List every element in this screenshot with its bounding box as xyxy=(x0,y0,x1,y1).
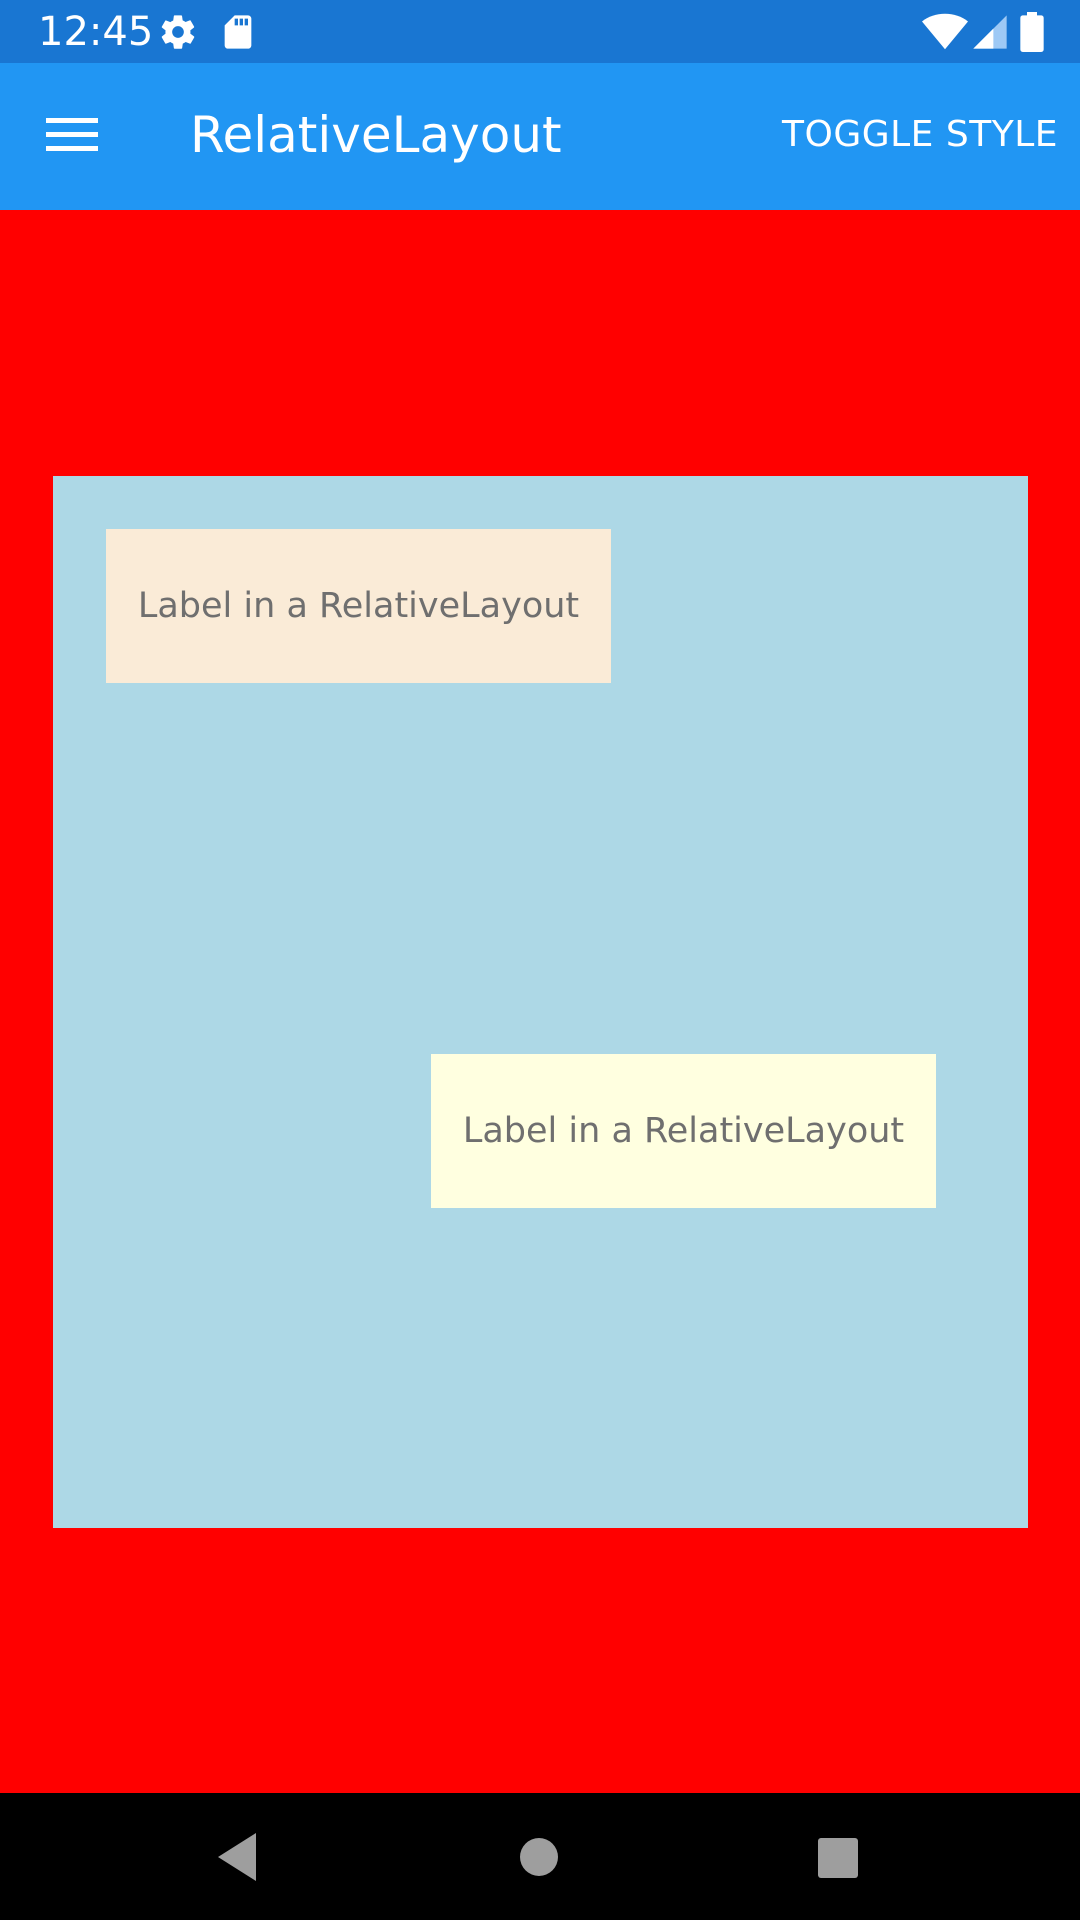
settings-icon xyxy=(158,12,198,52)
page-title: RelativeLayout xyxy=(190,106,562,164)
toggle-style-button[interactable]: TOGGLE STYLE xyxy=(782,113,1058,157)
navigation-bar xyxy=(0,1793,1080,1920)
hamburger-menu-icon xyxy=(46,118,98,151)
cell-signal-icon xyxy=(970,12,1010,52)
sd-card-icon xyxy=(218,12,258,52)
home-icon[interactable] xyxy=(511,1829,567,1885)
relative-layout-label-1: Label in a RelativeLayout xyxy=(106,529,611,683)
recents-icon[interactable] xyxy=(809,1829,865,1885)
relative-layout: Label in a RelativeLayout Label in a Rel… xyxy=(53,476,1028,1528)
app-bar: RelativeLayout TOGGLE STYLE xyxy=(0,63,1080,210)
status-bar: 12:45 xyxy=(0,0,1080,63)
wifi-icon xyxy=(922,12,968,52)
battery-icon xyxy=(1018,12,1046,53)
back-icon[interactable] xyxy=(212,1829,268,1885)
menu-button[interactable] xyxy=(30,100,114,172)
relative-layout-label-2: Label in a RelativeLayout xyxy=(431,1054,936,1208)
screen: 12:45 RelativeLayout TOGGLE STYLE Label … xyxy=(0,0,1080,1920)
status-time: 12:45 xyxy=(38,9,154,55)
